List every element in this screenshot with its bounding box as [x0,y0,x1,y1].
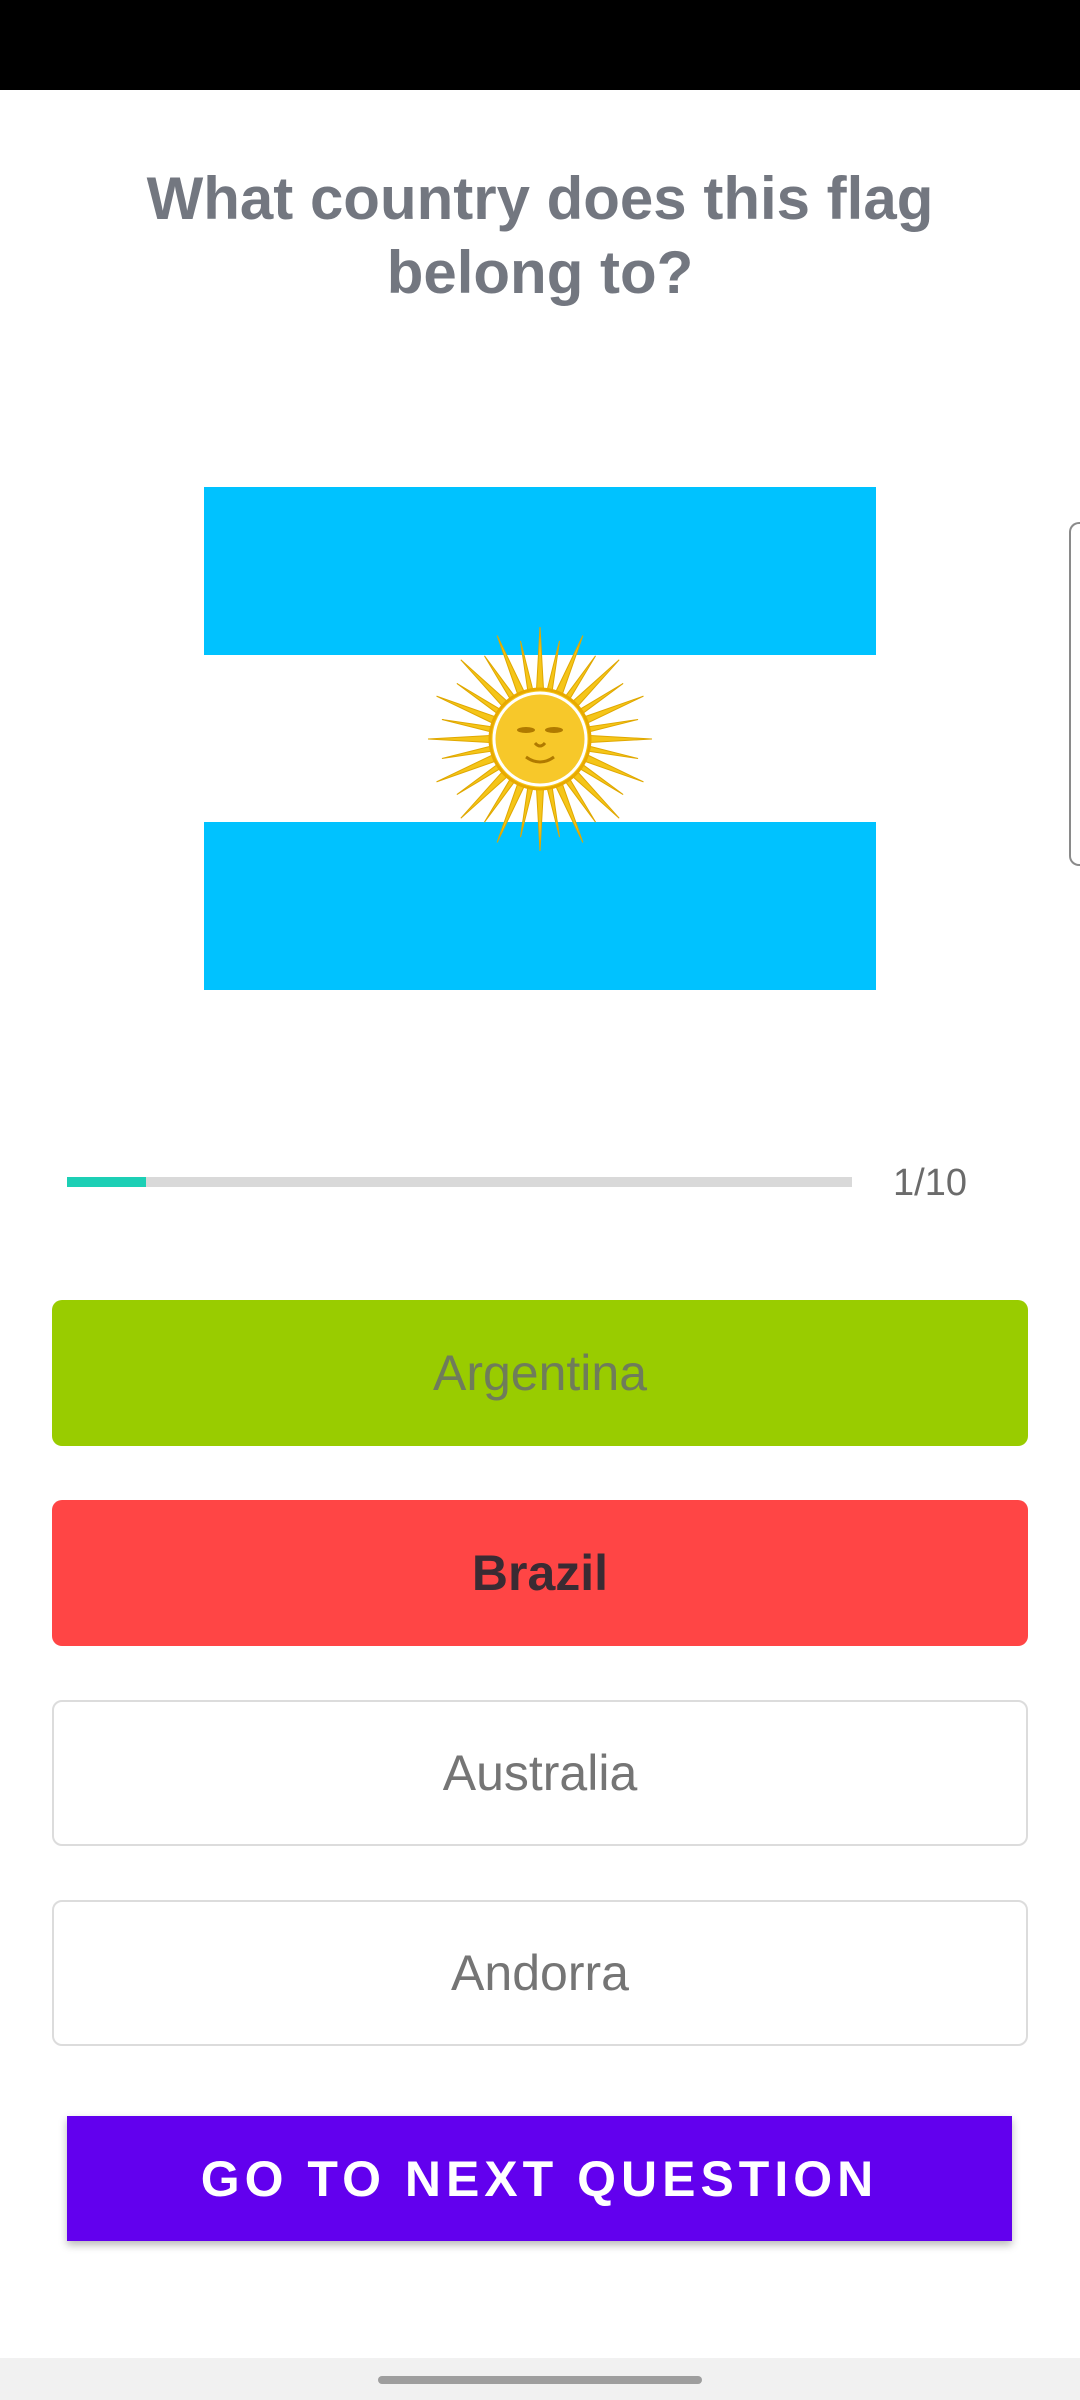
answer-option-andorra[interactable]: Andorra [52,1900,1028,2046]
progress-bar [67,1177,852,1187]
answer-option-australia[interactable]: Australia [52,1700,1028,1846]
navigation-bar [0,2358,1080,2400]
answer-option-brazil[interactable]: Brazil [52,1500,1028,1646]
argentina-flag-image [204,487,876,990]
progress-counter: 1/10 [893,1162,967,1204]
progress-bar-fill [67,1177,146,1187]
question-text: What country does this flag belong to? [146,165,934,306]
next-question-button[interactable]: GO TO NEXT QUESTION [67,2116,1012,2241]
status-bar [0,0,1080,90]
home-indicator[interactable] [378,2376,702,2384]
side-edge-handle[interactable] [1069,522,1080,866]
answer-option-argentina[interactable]: Argentina [52,1300,1028,1446]
